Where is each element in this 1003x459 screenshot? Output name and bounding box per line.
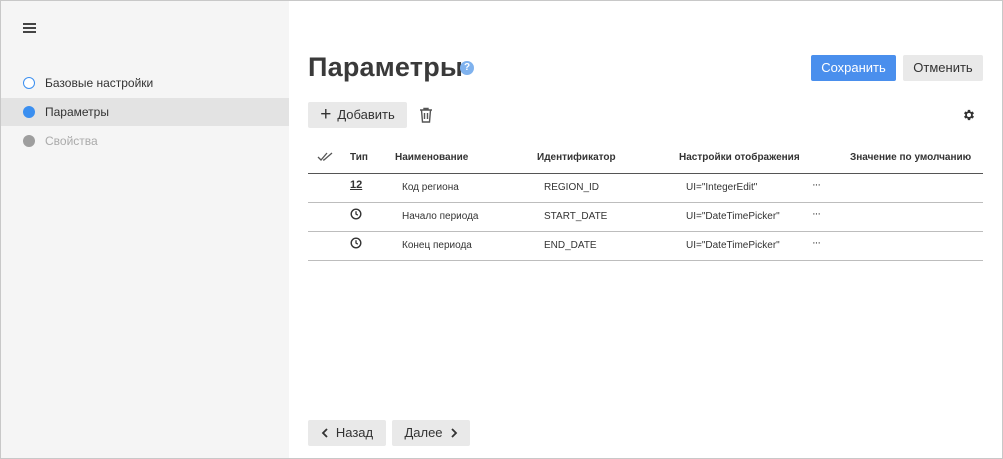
double-check-icon[interactable] [317,152,334,162]
row-name: Конец периода [402,240,472,251]
row-display-settings: UI="IntegerEdit" [686,182,758,193]
column-header-name[interactable]: Наименование [395,152,468,163]
table-row[interactable]: Начало периода START_DATE UI="DateTimePi… [308,203,983,232]
row-name: Код региона [402,182,459,193]
hamburger-menu-icon[interactable] [21,19,39,37]
sidebar-step-label: Базовые настройки [45,76,154,90]
more-options-button[interactable]: ··· [812,237,821,249]
sidebar-step-parameters[interactable]: Параметры [1,98,289,126]
more-options-button[interactable]: ··· [812,208,821,220]
gear-icon[interactable] [962,108,976,122]
table-row[interactable]: Конец периода END_DATE UI="DateTimePicke… [308,232,983,261]
row-display-settings: UI="DateTimePicker" [686,240,780,251]
back-button[interactable]: Назад [308,420,386,446]
sidebar: Базовые настройки Параметры Свойства [1,1,289,458]
add-button[interactable]: + Добавить [308,102,407,128]
clock-icon [350,237,362,249]
cancel-button[interactable]: Отменить [903,55,983,81]
trash-icon[interactable] [419,107,433,123]
table-row[interactable]: 12 Код региона REGION_ID UI="IntegerEdit… [308,174,983,203]
back-button-label: Назад [335,425,374,440]
row-display-settings: UI="DateTimePicker" [686,211,780,222]
row-identifier: START_DATE [544,211,608,222]
sidebar-step-basic-settings[interactable]: Базовые настройки [1,69,289,97]
sidebar-step-label: Параметры [45,105,109,119]
row-name: Начало периода [402,211,479,222]
clock-icon [350,208,362,220]
page-title: Параметры [308,52,464,82]
help-icon[interactable]: ? [460,61,474,75]
next-button[interactable]: Далее [392,420,470,446]
step-disabled-icon [23,135,35,147]
save-button[interactable]: Сохранить [811,55,896,81]
row-identifier: REGION_ID [544,182,600,193]
more-options-button[interactable]: ··· [812,179,821,191]
add-button-label: Добавить [337,107,395,122]
step-active-icon [23,106,35,118]
column-header-identifier[interactable]: Идентификатор [537,152,616,163]
column-header-display-settings[interactable]: Настройки отображения [679,152,800,163]
step-done-icon [23,77,35,89]
next-button-label: Далее [404,425,443,440]
sidebar-step-properties: Свойства [1,127,289,155]
chevron-left-icon [321,428,328,438]
column-header-type[interactable]: Тип [350,152,368,163]
integer-type-icon: 12 [350,179,363,191]
chevron-right-icon [450,428,457,438]
sidebar-step-label: Свойства [45,134,98,148]
column-header-default-value[interactable]: Значение по умолчанию [850,152,971,163]
row-identifier: END_DATE [544,240,597,251]
plus-icon: + [320,104,332,125]
